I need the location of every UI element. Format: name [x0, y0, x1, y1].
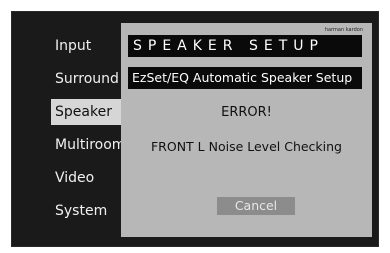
- menu-item-surround[interactable]: Surround: [51, 66, 131, 92]
- osd-screen: Input Surround Speaker Multiroom Video S…: [11, 11, 379, 247]
- dialog-subtitle: EzSet/EQ Automatic Speaker Setup: [128, 67, 362, 89]
- dialog-title: SPEAKER SETUP: [128, 35, 362, 57]
- menu-item-video[interactable]: Video: [51, 165, 131, 191]
- error-detail: FRONT L Noise Level Checking: [150, 139, 342, 154]
- menu-item-multiroom[interactable]: Multiroom: [51, 132, 131, 158]
- speaker-setup-dialog: harman kardon SPEAKER SETUP EzSet/EQ Aut…: [121, 23, 372, 237]
- brand-logo: harman kardon: [324, 27, 363, 33]
- menu-item-input[interactable]: Input: [51, 33, 131, 59]
- menu-item-system[interactable]: System: [51, 198, 131, 224]
- menu-item-speaker[interactable]: Speaker: [51, 99, 131, 125]
- cancel-button[interactable]: Cancel: [217, 197, 295, 215]
- error-heading: ERROR!: [221, 105, 272, 120]
